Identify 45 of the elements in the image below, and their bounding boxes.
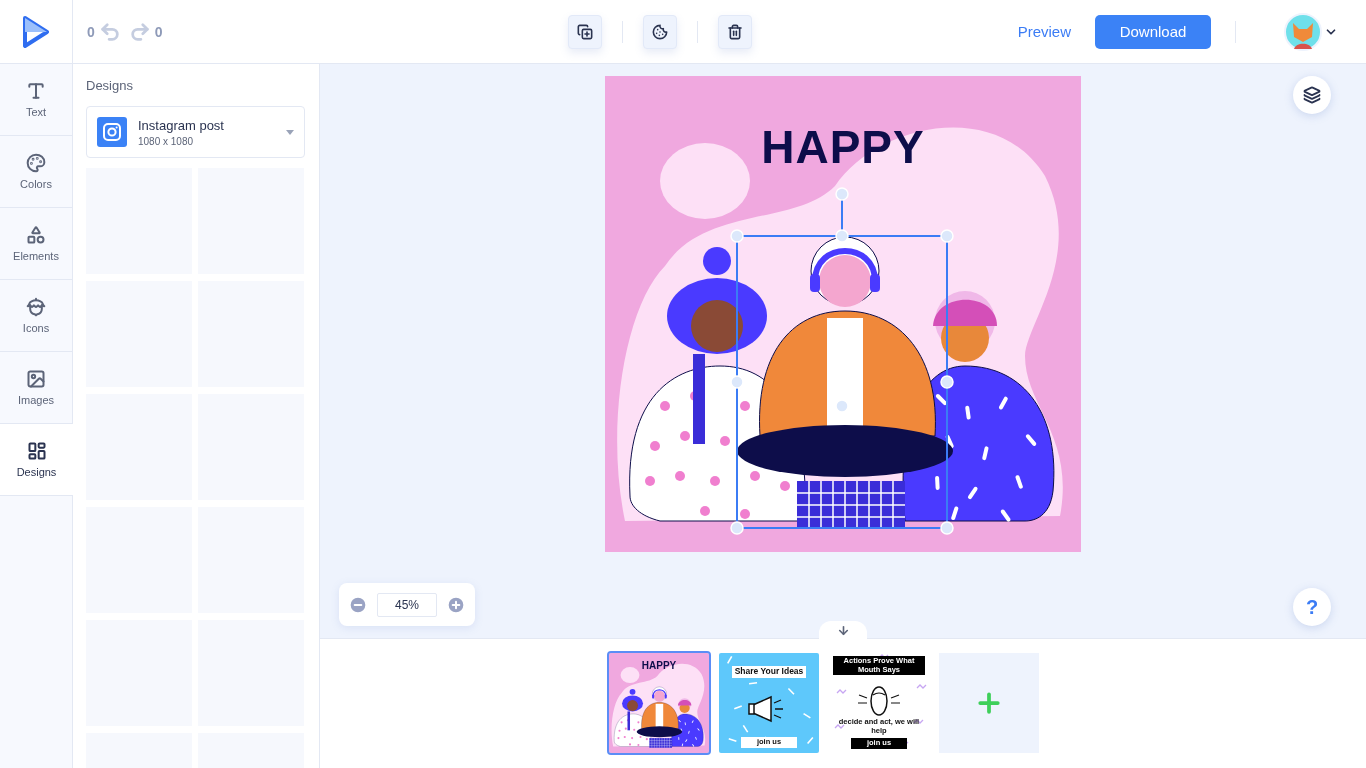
- dashboard-icon: [26, 441, 47, 461]
- preview-link[interactable]: Preview: [1017, 23, 1071, 40]
- selection-frame[interactable]: [730, 187, 954, 535]
- trash-icon: [727, 23, 744, 40]
- zoom-in-button[interactable]: [446, 594, 466, 615]
- duplicate-icon: [577, 23, 594, 40]
- color-button[interactable]: [643, 14, 678, 49]
- sidebar-item[interactable]: Designs: [0, 424, 73, 496]
- text-icon: [26, 81, 46, 101]
- format-dropdown[interactable]: Instagram post 1080 x 1080: [86, 106, 305, 158]
- format-size: 1080 x 1080: [138, 135, 195, 147]
- download-button[interactable]: Download: [1095, 14, 1211, 49]
- shapes-icon: [26, 225, 46, 245]
- caret-icon: [286, 129, 294, 135]
- format-name: Instagram post: [138, 117, 225, 133]
- layers-icon: [1303, 86, 1321, 104]
- account-menu[interactable]: [1284, 12, 1338, 51]
- redo-icon: [128, 20, 151, 43]
- headline-text[interactable]: HAPPY: [605, 120, 1081, 174]
- undo-count: 0: [87, 23, 95, 40]
- minus-icon: [348, 594, 368, 615]
- help-button[interactable]: ?: [1293, 588, 1331, 626]
- undo-icon: [98, 20, 121, 43]
- shout-icon: [857, 686, 901, 716]
- thumbnail-title: Share Your Ideas: [732, 666, 806, 678]
- cookie-icon: [652, 23, 669, 40]
- plus-icon: [446, 594, 466, 615]
- palette-icon: [26, 153, 46, 173]
- delete-button[interactable]: [718, 14, 753, 49]
- avatar: [1284, 12, 1322, 51]
- panel-title: Designs: [86, 78, 134, 93]
- redo-count: 0: [154, 23, 163, 40]
- duplicate-button[interactable]: [568, 14, 603, 49]
- zoom-out-button[interactable]: [348, 594, 368, 615]
- megaphone-icon: [748, 695, 784, 723]
- camera-icon: [97, 117, 127, 147]
- thumbnail-title: HAPPY: [640, 659, 678, 673]
- page-thumbnail[interactable]: HAPPY: [609, 653, 709, 753]
- image-icon: [26, 369, 46, 389]
- collapse-tab[interactable]: [819, 621, 867, 639]
- arrow-down-icon: [836, 623, 850, 637]
- layers-button[interactable]: [1293, 76, 1331, 114]
- acorn-icon: [26, 297, 46, 317]
- logo-icon[interactable]: [23, 15, 49, 48]
- zoom-field[interactable]: 45%: [377, 592, 437, 617]
